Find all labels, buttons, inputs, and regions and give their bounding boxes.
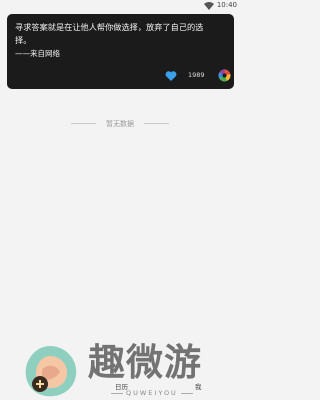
like-count: 1989: [188, 71, 205, 79]
wifi-icon: [204, 2, 214, 10]
brand-name: 趣微游: [88, 340, 202, 384]
brand-pinyin: QUWEIYOU: [126, 389, 178, 397]
pinyin-dash-left: [111, 392, 123, 394]
brand-pinyin-row: QUWEIYOU: [108, 389, 196, 397]
status-time: 10:40: [216, 1, 237, 9]
tab-me[interactable]: 我: [195, 381, 202, 391]
quote-card[interactable]: 寻求答案就是在让他人帮你做选择，放弃了自己的选 择。 ——来自网络 1989: [7, 14, 234, 89]
logo-add-button[interactable]: [20, 342, 80, 400]
share-icon[interactable]: [218, 69, 231, 82]
quote-source: ——来自网络: [15, 49, 60, 58]
divider-left: [70, 123, 96, 124]
divider-right: [144, 123, 170, 124]
empty-state: 暂无数据: [0, 113, 240, 132]
heart-icon[interactable]: [165, 71, 177, 81]
status-bar: 10:40: [0, 0, 240, 12]
empty-text: 暂无数据: [106, 119, 134, 128]
pinyin-dash-right: [180, 392, 193, 394]
quote-text: 寻求答案就是在让他人帮你做选择，放弃了自己的选 择。: [15, 22, 204, 45]
